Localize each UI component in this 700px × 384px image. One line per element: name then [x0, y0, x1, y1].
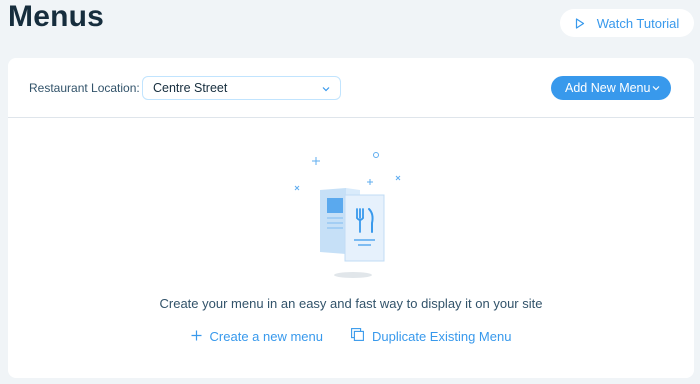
plus-icon: [191, 329, 202, 344]
play-icon: [575, 17, 585, 29]
empty-state-message: Create your menu in an easy and fast way…: [159, 296, 543, 311]
menus-card: Restaurant Location: Centre Street Add N…: [8, 58, 694, 378]
create-new-menu-link[interactable]: Create a new menu: [191, 328, 323, 344]
card-toolbar: Restaurant Location: Centre Street Add N…: [8, 58, 694, 118]
watch-tutorial-button[interactable]: Watch Tutorial: [560, 9, 694, 37]
chevron-down-icon: [321, 83, 331, 97]
add-new-menu-button[interactable]: Add New Menu: [551, 76, 671, 100]
menu-illustration: [294, 148, 424, 278]
location-label: Restaurant Location:: [29, 81, 140, 95]
location-value: Centre Street: [153, 81, 228, 95]
chevron-down-icon[interactable]: [651, 82, 661, 96]
duplicate-existing-menu-label: Duplicate Existing Menu: [371, 328, 512, 344]
empty-state-actions: Create a new menu Duplicate Existing Men…: [8, 328, 694, 344]
watch-tutorial-label: Watch Tutorial: [596, 15, 680, 31]
page-title: Menus: [8, 0, 105, 33]
duplicate-icon: [351, 328, 364, 344]
create-new-menu-label: Create a new menu: [209, 328, 323, 344]
duplicate-existing-menu-link[interactable]: Duplicate Existing Menu: [351, 328, 511, 344]
add-new-menu-label: Add New Menu: [565, 81, 651, 95]
location-dropdown[interactable]: Centre Street: [142, 76, 341, 100]
